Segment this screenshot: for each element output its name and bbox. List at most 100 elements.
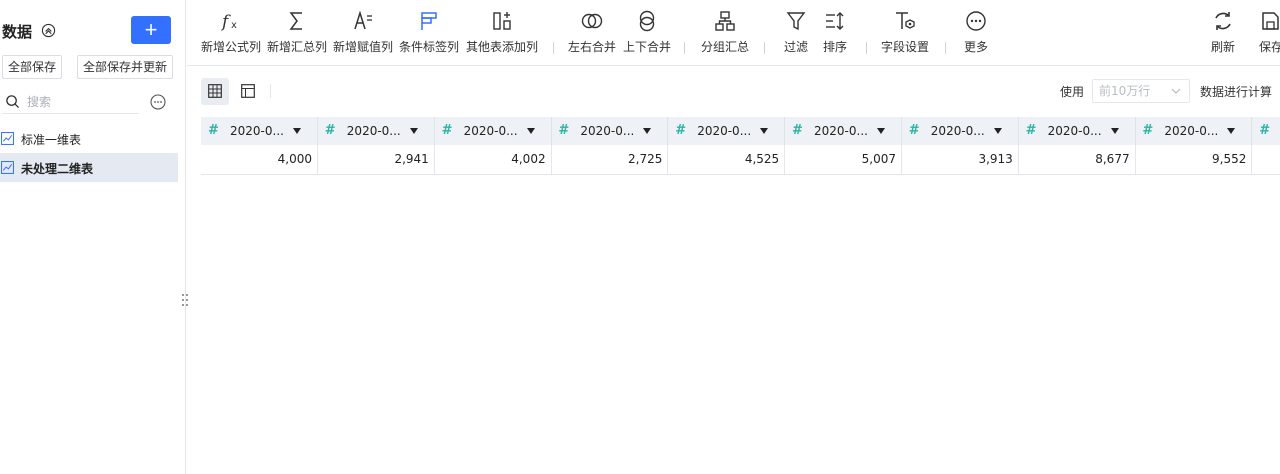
svg-text:f: f	[220, 12, 231, 32]
column-header[interactable]: #2020-0...	[1019, 117, 1136, 145]
column-header[interactable]: #2020-0...	[201, 117, 318, 145]
caret-down-icon[interactable]	[993, 128, 1002, 134]
column-header-label: 2020-0...	[346, 124, 401, 138]
merge-vertical-icon	[639, 10, 655, 32]
sidebar-search	[2, 90, 139, 114]
number-type-icon: #	[792, 123, 803, 138]
column-header-label: 2020-0...	[1047, 124, 1102, 138]
table-row: 4,000 2,941 4,002 2,725 4,525 5,007 3,913 8,677…	[201, 145, 1280, 175]
tool-label: 上下合并	[622, 40, 671, 54]
column-header-label: 2020-0...	[463, 124, 518, 138]
column-header[interactable]: #2020-0...	[902, 117, 1019, 145]
more-options-icon[interactable]	[150, 94, 166, 110]
save-all-update-button[interactable]: 全部保存并更新	[77, 55, 174, 79]
save-all-button[interactable]: 全部保存	[2, 55, 63, 79]
row-limit-select[interactable]: 前10万行	[1092, 79, 1190, 103]
group-summary-icon	[715, 11, 735, 31]
field-settings-button[interactable]: 字段设置	[877, 10, 933, 60]
column-header[interactable]: #2020-0...	[318, 117, 435, 145]
chevron-down-icon	[1171, 88, 1181, 94]
table-header-row: #2020-0... #2020-0... #2020-0... #2020-0...…	[201, 117, 1280, 145]
table-cell[interactable]: 4,525	[668, 145, 786, 174]
toolbar-divider	[945, 42, 946, 54]
sidebar-header: 数据 +	[2, 16, 182, 44]
grid-view-icon	[208, 84, 222, 98]
save-button[interactable]: 保存	[1259, 10, 1280, 60]
caret-down-icon[interactable]	[526, 128, 535, 134]
more-icon	[966, 11, 986, 31]
row-limit-value: 前10万行	[1099, 84, 1151, 98]
tool-label: 过滤	[783, 40, 808, 54]
caret-down-icon[interactable]	[760, 128, 769, 134]
caret-down-icon[interactable]	[1227, 128, 1236, 134]
add-assign-column-button[interactable]: 新增赋值列	[332, 10, 394, 60]
toolbar-divider	[866, 42, 867, 54]
add-column-from-table-button[interactable]: 其他表添加列	[465, 10, 539, 60]
refresh-icon	[1215, 12, 1231, 30]
more-button[interactable]: 更多	[958, 10, 994, 60]
search-icon	[6, 95, 20, 109]
sidebar-item-raw-2d-table[interactable]: 未处理二维表	[0, 153, 178, 182]
table-cell[interactable]: 4,000	[201, 145, 318, 174]
group-summary-button[interactable]: 分组汇总	[697, 10, 753, 60]
caret-down-icon[interactable]	[409, 128, 418, 134]
formula-icon: f x	[220, 12, 237, 32]
column-header-label: 2020-0...	[814, 124, 868, 138]
table-cell[interactable]: 3,913	[902, 145, 1019, 174]
column-header[interactable]: #2020-0...	[785, 117, 902, 145]
toolbar-divider	[553, 42, 554, 54]
field-settings-icon	[896, 12, 915, 29]
column-header-label: 2020-0...	[697, 124, 752, 138]
merge-vertical-button[interactable]: 上下合并	[621, 10, 673, 60]
column-header-label: 2020-0...	[930, 124, 985, 138]
merge-horizontal-button[interactable]: 左右合并	[566, 10, 618, 60]
condition-tag-column-button[interactable]: 条件标签列	[398, 10, 460, 60]
resize-handle-icon[interactable]	[180, 292, 190, 308]
table-cell[interactable]: 2,725	[551, 145, 669, 174]
add-formula-column-button[interactable]: f x 新增公式列	[200, 10, 262, 60]
add-summary-column-button[interactable]: 新增汇总列	[266, 10, 328, 60]
refresh-button[interactable]: 刷新	[1205, 10, 1241, 60]
table-cell[interactable]: 2,941	[318, 145, 435, 174]
table-cell[interactable]: 8,677	[1019, 145, 1136, 174]
toolbar: f x 新增公式列 新增汇总列 新增赋值列 条件标签列 其他表添加列 左右合并 …	[187, 0, 1280, 66]
tool-label: 新增公式列	[200, 40, 261, 54]
caret-down-icon[interactable]	[1110, 128, 1119, 134]
column-header[interactable]: #	[1252, 117, 1280, 145]
collapse-up-icon[interactable]	[41, 23, 56, 38]
tool-label: 新增汇总列	[266, 40, 327, 54]
column-header[interactable]: #2020-0...	[551, 117, 669, 145]
layout-view-button[interactable]	[234, 78, 262, 105]
line-chart-icon	[1, 161, 14, 174]
filter-button[interactable]: 过滤	[778, 10, 814, 60]
sort-button[interactable]: 排序	[817, 10, 853, 60]
grid-view-button[interactable]	[201, 78, 229, 105]
table-cell[interactable]: 5,007	[785, 145, 902, 174]
save-icon	[1262, 12, 1279, 30]
number-type-icon: #	[1025, 123, 1037, 138]
add-column-icon	[493, 12, 511, 30]
table-cell[interactable]: 9,552	[1135, 145, 1253, 174]
sort-icon	[826, 12, 844, 30]
column-header[interactable]: #2020-0...	[668, 117, 786, 145]
condition-tag-icon	[421, 12, 437, 30]
tool-label: 保存	[1259, 40, 1280, 54]
number-type-icon: #	[675, 123, 687, 138]
view-bar: 使用 前10万行 数据进行计算	[187, 66, 1280, 116]
number-type-icon: #	[1142, 123, 1154, 138]
caret-down-icon[interactable]	[643, 128, 652, 134]
caret-down-icon[interactable]	[877, 128, 885, 134]
use-label: 使用	[1060, 85, 1085, 99]
add-data-button[interactable]: +	[131, 16, 171, 44]
column-header[interactable]: #2020-0...	[435, 117, 552, 145]
column-header-label: 2020-0...	[1164, 124, 1219, 138]
search-input[interactable]	[27, 92, 137, 112]
tool-label: 其他表添加列	[465, 40, 538, 54]
sidebar-item-standard-table[interactable]: 标准一维表	[0, 124, 178, 153]
sigma-icon	[289, 12, 302, 30]
sidebar: 数据 + 全部保存 全部保存并更新 标准一维	[0, 0, 186, 474]
table-cell[interactable]: 4,002	[435, 145, 552, 174]
tool-label: 左右合并	[567, 40, 616, 54]
caret-down-icon[interactable]	[293, 128, 301, 134]
column-header[interactable]: #2020-0...	[1135, 117, 1253, 145]
